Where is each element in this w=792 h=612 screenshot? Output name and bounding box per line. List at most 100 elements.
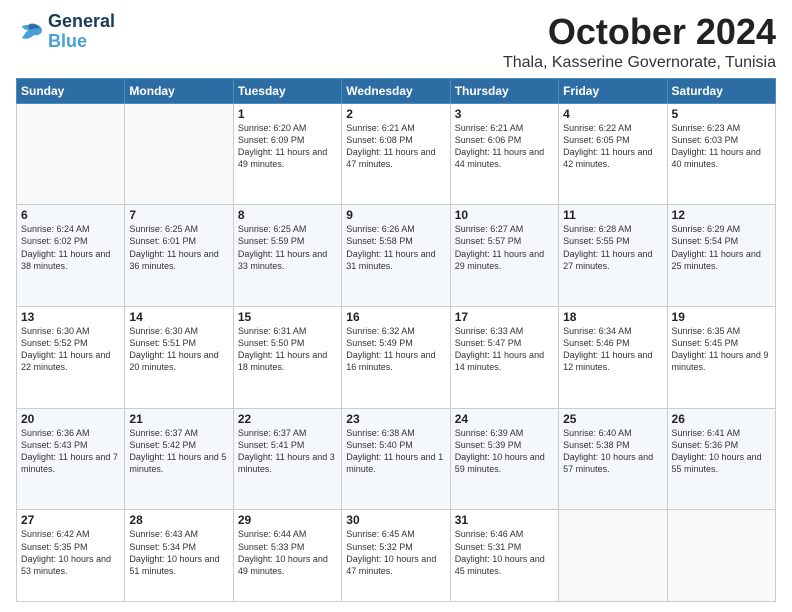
day-number: 6	[21, 208, 120, 222]
day-info: Sunrise: 6:42 AM Sunset: 5:35 PM Dayligh…	[21, 528, 120, 577]
day-of-week-header: Sunday	[17, 78, 125, 103]
day-info: Sunrise: 6:20 AM Sunset: 6:09 PM Dayligh…	[238, 122, 337, 171]
day-info: Sunrise: 6:38 AM Sunset: 5:40 PM Dayligh…	[346, 427, 445, 476]
day-info: Sunrise: 6:34 AM Sunset: 5:46 PM Dayligh…	[563, 325, 662, 374]
calendar-day-cell: 29Sunrise: 6:44 AM Sunset: 5:33 PM Dayli…	[233, 510, 341, 602]
day-number: 22	[238, 412, 337, 426]
day-info: Sunrise: 6:40 AM Sunset: 5:38 PM Dayligh…	[563, 427, 662, 476]
day-number: 12	[672, 208, 771, 222]
day-of-week-header: Monday	[125, 78, 233, 103]
calendar-day-cell: 5Sunrise: 6:23 AM Sunset: 6:03 PM Daylig…	[667, 103, 775, 205]
day-number: 28	[129, 513, 228, 527]
calendar-day-cell: 23Sunrise: 6:38 AM Sunset: 5:40 PM Dayli…	[342, 408, 450, 510]
logo-text: General Blue	[48, 12, 115, 52]
day-number: 1	[238, 107, 337, 121]
day-info: Sunrise: 6:31 AM Sunset: 5:50 PM Dayligh…	[238, 325, 337, 374]
calendar-day-cell: 11Sunrise: 6:28 AM Sunset: 5:55 PM Dayli…	[559, 205, 667, 307]
day-info: Sunrise: 6:30 AM Sunset: 5:52 PM Dayligh…	[21, 325, 120, 374]
day-info: Sunrise: 6:25 AM Sunset: 6:01 PM Dayligh…	[129, 223, 228, 272]
calendar-day-cell: 1Sunrise: 6:20 AM Sunset: 6:09 PM Daylig…	[233, 103, 341, 205]
location-title: Thala, Kasserine Governorate, Tunisia	[503, 54, 776, 72]
day-info: Sunrise: 6:27 AM Sunset: 5:57 PM Dayligh…	[455, 223, 554, 272]
calendar-day-cell: 12Sunrise: 6:29 AM Sunset: 5:54 PM Dayli…	[667, 205, 775, 307]
day-info: Sunrise: 6:39 AM Sunset: 5:39 PM Dayligh…	[455, 427, 554, 476]
day-of-week-header: Friday	[559, 78, 667, 103]
calendar-day-cell: 17Sunrise: 6:33 AM Sunset: 5:47 PM Dayli…	[450, 307, 558, 409]
day-number: 10	[455, 208, 554, 222]
calendar-day-cell: 22Sunrise: 6:37 AM Sunset: 5:41 PM Dayli…	[233, 408, 341, 510]
day-info: Sunrise: 6:35 AM Sunset: 5:45 PM Dayligh…	[672, 325, 771, 374]
day-number: 8	[238, 208, 337, 222]
day-of-week-header: Tuesday	[233, 78, 341, 103]
calendar-day-cell: 16Sunrise: 6:32 AM Sunset: 5:49 PM Dayli…	[342, 307, 450, 409]
day-info: Sunrise: 6:26 AM Sunset: 5:58 PM Dayligh…	[346, 223, 445, 272]
day-number: 25	[563, 412, 662, 426]
logo: General Blue	[16, 12, 115, 52]
calendar-day-cell: 6Sunrise: 6:24 AM Sunset: 6:02 PM Daylig…	[17, 205, 125, 307]
calendar-day-cell	[559, 510, 667, 602]
day-info: Sunrise: 6:29 AM Sunset: 5:54 PM Dayligh…	[672, 223, 771, 272]
day-number: 13	[21, 310, 120, 324]
day-number: 3	[455, 107, 554, 121]
day-number: 20	[21, 412, 120, 426]
calendar-week-row: 6Sunrise: 6:24 AM Sunset: 6:02 PM Daylig…	[17, 205, 776, 307]
calendar-day-cell: 26Sunrise: 6:41 AM Sunset: 5:36 PM Dayli…	[667, 408, 775, 510]
calendar-container: General Blue October 2024 Thala, Kasseri…	[0, 0, 792, 612]
day-of-week-header: Thursday	[450, 78, 558, 103]
day-info: Sunrise: 6:22 AM Sunset: 6:05 PM Dayligh…	[563, 122, 662, 171]
day-info: Sunrise: 6:23 AM Sunset: 6:03 PM Dayligh…	[672, 122, 771, 171]
calendar-day-cell: 3Sunrise: 6:21 AM Sunset: 6:06 PM Daylig…	[450, 103, 558, 205]
day-info: Sunrise: 6:36 AM Sunset: 5:43 PM Dayligh…	[21, 427, 120, 476]
day-number: 23	[346, 412, 445, 426]
calendar-week-row: 20Sunrise: 6:36 AM Sunset: 5:43 PM Dayli…	[17, 408, 776, 510]
day-info: Sunrise: 6:37 AM Sunset: 5:41 PM Dayligh…	[238, 427, 337, 476]
day-info: Sunrise: 6:33 AM Sunset: 5:47 PM Dayligh…	[455, 325, 554, 374]
day-number: 27	[21, 513, 120, 527]
header: General Blue October 2024 Thala, Kasseri…	[16, 12, 776, 72]
day-number: 2	[346, 107, 445, 121]
calendar-day-cell: 19Sunrise: 6:35 AM Sunset: 5:45 PM Dayli…	[667, 307, 775, 409]
day-info: Sunrise: 6:30 AM Sunset: 5:51 PM Dayligh…	[129, 325, 228, 374]
day-number: 5	[672, 107, 771, 121]
calendar-week-row: 27Sunrise: 6:42 AM Sunset: 5:35 PM Dayli…	[17, 510, 776, 602]
day-info: Sunrise: 6:43 AM Sunset: 5:34 PM Dayligh…	[129, 528, 228, 577]
calendar-header-row: SundayMondayTuesdayWednesdayThursdayFrid…	[17, 78, 776, 103]
day-info: Sunrise: 6:46 AM Sunset: 5:31 PM Dayligh…	[455, 528, 554, 577]
calendar-day-cell: 20Sunrise: 6:36 AM Sunset: 5:43 PM Dayli…	[17, 408, 125, 510]
title-block: October 2024 Thala, Kasserine Governorat…	[503, 12, 776, 72]
day-number: 11	[563, 208, 662, 222]
day-number: 30	[346, 513, 445, 527]
calendar-day-cell: 21Sunrise: 6:37 AM Sunset: 5:42 PM Dayli…	[125, 408, 233, 510]
calendar-table: SundayMondayTuesdayWednesdayThursdayFrid…	[16, 78, 776, 602]
calendar-day-cell: 18Sunrise: 6:34 AM Sunset: 5:46 PM Dayli…	[559, 307, 667, 409]
day-info: Sunrise: 6:45 AM Sunset: 5:32 PM Dayligh…	[346, 528, 445, 577]
calendar-day-cell	[125, 103, 233, 205]
day-number: 21	[129, 412, 228, 426]
day-number: 15	[238, 310, 337, 324]
day-number: 19	[672, 310, 771, 324]
calendar-day-cell: 31Sunrise: 6:46 AM Sunset: 5:31 PM Dayli…	[450, 510, 558, 602]
day-info: Sunrise: 6:37 AM Sunset: 5:42 PM Dayligh…	[129, 427, 228, 476]
calendar-day-cell: 7Sunrise: 6:25 AM Sunset: 6:01 PM Daylig…	[125, 205, 233, 307]
calendar-week-row: 13Sunrise: 6:30 AM Sunset: 5:52 PM Dayli…	[17, 307, 776, 409]
day-number: 18	[563, 310, 662, 324]
day-info: Sunrise: 6:21 AM Sunset: 6:06 PM Dayligh…	[455, 122, 554, 171]
day-info: Sunrise: 6:24 AM Sunset: 6:02 PM Dayligh…	[21, 223, 120, 272]
day-info: Sunrise: 6:41 AM Sunset: 5:36 PM Dayligh…	[672, 427, 771, 476]
day-number: 26	[672, 412, 771, 426]
calendar-day-cell: 13Sunrise: 6:30 AM Sunset: 5:52 PM Dayli…	[17, 307, 125, 409]
calendar-day-cell: 10Sunrise: 6:27 AM Sunset: 5:57 PM Dayli…	[450, 205, 558, 307]
day-info: Sunrise: 6:21 AM Sunset: 6:08 PM Dayligh…	[346, 122, 445, 171]
calendar-day-cell: 2Sunrise: 6:21 AM Sunset: 6:08 PM Daylig…	[342, 103, 450, 205]
calendar-day-cell: 30Sunrise: 6:45 AM Sunset: 5:32 PM Dayli…	[342, 510, 450, 602]
calendar-day-cell	[17, 103, 125, 205]
day-number: 31	[455, 513, 554, 527]
month-title: October 2024	[503, 12, 776, 52]
calendar-day-cell: 8Sunrise: 6:25 AM Sunset: 5:59 PM Daylig…	[233, 205, 341, 307]
day-number: 7	[129, 208, 228, 222]
day-number: 24	[455, 412, 554, 426]
day-number: 16	[346, 310, 445, 324]
calendar-day-cell: 14Sunrise: 6:30 AM Sunset: 5:51 PM Dayli…	[125, 307, 233, 409]
calendar-day-cell: 15Sunrise: 6:31 AM Sunset: 5:50 PM Dayli…	[233, 307, 341, 409]
calendar-day-cell	[667, 510, 775, 602]
